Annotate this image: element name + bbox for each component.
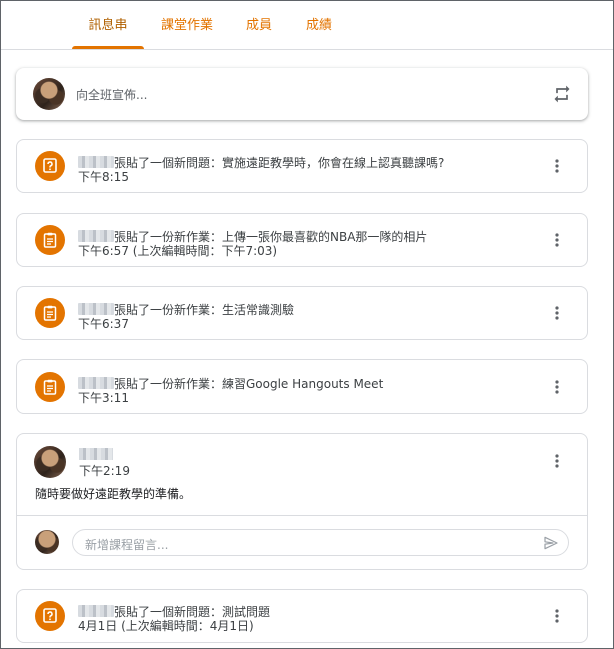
stream-post[interactable]: 張貼了一份新作業：練習Google Hangouts Meet 下午3:11 [16, 359, 588, 414]
tab-classwork-label: 課堂作業 [160, 18, 213, 33]
stream-post[interactable]: 張貼了一份新作業：上傳一張你最喜歡的NBA那一隊的相片 下午6:57 (上次編輯… [16, 213, 588, 267]
question-icon [35, 151, 65, 181]
stream-post[interactable]: 張貼了一份新作業：生活常識測驗 下午6:37 [16, 286, 588, 340]
tab-grades-label: 成績 [305, 18, 332, 33]
share-with-class-card[interactable]: 向全班宣佈... [16, 68, 588, 120]
send-icon[interactable] [543, 535, 559, 551]
repost-icon[interactable] [552, 84, 572, 104]
stream-post[interactable]: 張貼了一個新問題：實施遠距教學時，你會在線上認真聽課嗎? 下午8:15 [16, 139, 588, 193]
assignment-icon [35, 298, 65, 328]
commenter-avatar [35, 530, 59, 554]
question-icon [35, 601, 65, 631]
share-placeholder[interactable]: 向全班宣佈... [76, 86, 147, 103]
more-options-icon[interactable] [549, 232, 565, 248]
more-options-icon[interactable] [549, 158, 565, 174]
tab-people-label: 成員 [245, 18, 272, 33]
author-name-redacted [78, 303, 114, 315]
tab-classwork[interactable]: 課堂作業 [156, 1, 218, 49]
top-tab-bar: 訊息串 課堂作業 成員 成績 [1, 1, 613, 50]
author-name-redacted [78, 156, 114, 168]
post-time: 下午8:15 [78, 170, 129, 184]
more-options-icon[interactable] [549, 453, 565, 469]
post-time: 下午6:37 [78, 317, 129, 331]
stream-post[interactable]: 張貼了一個新問題：測試問題 4月1日 (上次編輯時間：4月1日) [16, 589, 588, 643]
post-text: 張貼了一份新作業：生活常識測驗 [114, 303, 295, 317]
author-name-redacted [78, 230, 114, 242]
class-comment-input[interactable]: 新增課程留言... [72, 529, 569, 556]
tab-people[interactable]: 成員 [241, 1, 277, 49]
author-name-redacted [79, 448, 113, 460]
tab-stream[interactable]: 訊息串 [72, 1, 144, 49]
post-time: 4月1日 (上次編輯時間：4月1日) [78, 619, 254, 633]
user-avatar [33, 78, 65, 110]
tab-grades[interactable]: 成績 [301, 1, 337, 49]
tab-stream-label: 訊息串 [88, 18, 128, 33]
announcement-time: 下午2:19 [79, 464, 130, 478]
more-options-icon[interactable] [549, 379, 565, 395]
author-name-redacted [78, 605, 114, 617]
comment-placeholder: 新增課程留言... [85, 538, 169, 552]
author-avatar [34, 446, 66, 478]
post-time: 下午6:57 (上次編輯時間：下午7:03) [78, 244, 278, 258]
assignment-icon [35, 371, 65, 402]
announcement-body: 隨時要做好遠距教學的準備。 [35, 487, 192, 501]
post-time: 下午3:11 [78, 391, 129, 405]
post-text: 張貼了一份新作業：練習Google Hangouts Meet [114, 377, 384, 391]
assignment-icon [35, 225, 65, 255]
divider [17, 515, 587, 516]
announcement-card: 下午2:19 隨時要做好遠距教學的準備。 新增課程留言... [16, 433, 588, 570]
post-text: 張貼了一個新問題：實施遠距教學時，你會在線上認真聽課嗎? [114, 156, 445, 170]
author-name-redacted [78, 377, 114, 389]
more-options-icon[interactable] [549, 305, 565, 321]
more-options-icon[interactable] [549, 608, 565, 624]
active-tab-indicator [72, 46, 144, 49]
